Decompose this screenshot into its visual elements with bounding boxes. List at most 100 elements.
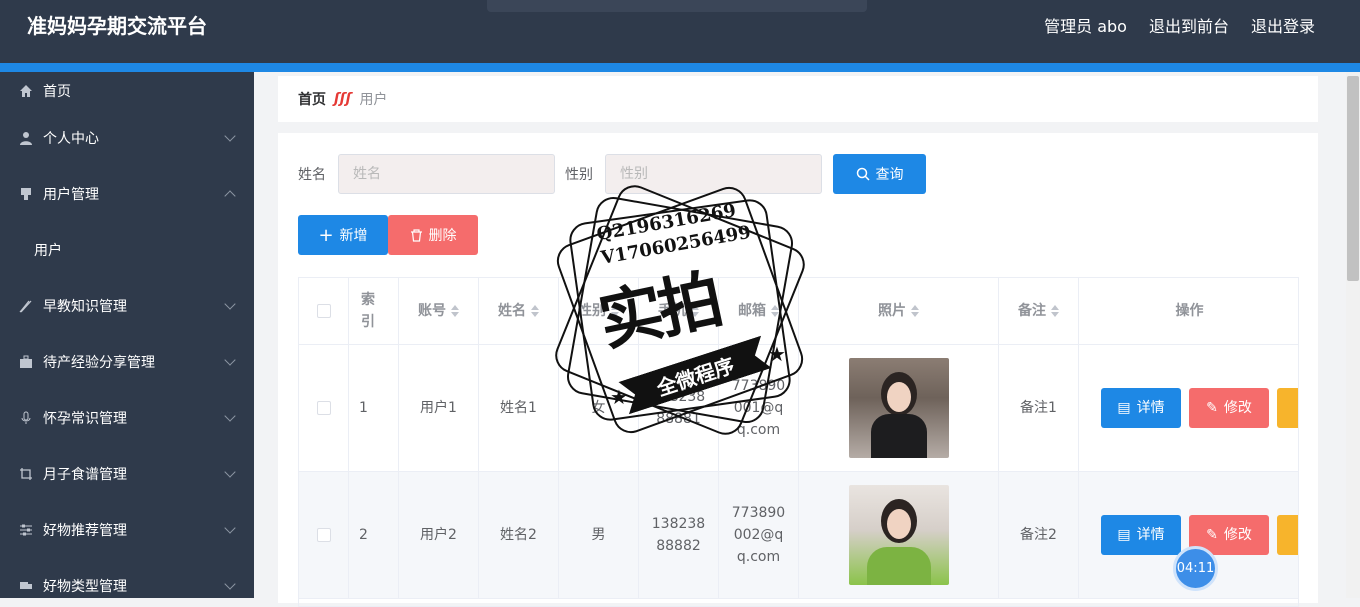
sort-icon[interactable] xyxy=(911,305,919,317)
header-email-label: 邮箱 xyxy=(738,303,766,319)
app-title: 准妈妈孕期交流平台 xyxy=(27,14,207,38)
row-checkbox[interactable] xyxy=(316,401,331,415)
main-content: 首页 ʃʃʃ 用户 姓名 姓名 性别 性别 查询 + 新增 删除 索引 账号 姓… xyxy=(254,72,1346,607)
chevron-down-icon xyxy=(224,466,236,478)
sidebar-item-users[interactable]: 用户 xyxy=(0,222,254,278)
sort-icon[interactable] xyxy=(611,305,619,317)
sort-icon[interactable] xyxy=(531,305,539,317)
sliders-icon xyxy=(18,522,34,538)
page-scrollbar-thumb[interactable] xyxy=(1347,76,1359,281)
row-delete-button[interactable] xyxy=(1277,515,1298,555)
chevron-down-icon xyxy=(224,522,236,534)
cell-note: 备注1 xyxy=(999,345,1079,471)
query-button[interactable]: 查询 xyxy=(833,154,926,194)
header-email[interactable]: 邮箱 xyxy=(719,278,799,344)
cell-sex: 男 xyxy=(559,472,639,598)
header-name-label: 姓名 xyxy=(498,303,526,319)
sidebar-item-profile[interactable]: 个人中心 xyxy=(0,110,254,166)
chevron-down-icon xyxy=(224,130,236,142)
cell-index: 1 xyxy=(349,345,399,471)
sidebar-item-experience-share[interactable]: 待产经验分享管理 xyxy=(0,334,254,390)
sidebar-item-label: 待产经验分享管理 xyxy=(43,355,155,371)
chevron-up-icon xyxy=(224,190,236,202)
query-button-label: 查询 xyxy=(875,167,904,183)
sidebar-item-early-education[interactable]: 早教知识管理 xyxy=(0,278,254,334)
header-sex-label: 性别 xyxy=(578,303,606,319)
user-photo[interactable] xyxy=(848,358,949,458)
header-sex[interactable]: 性别 xyxy=(559,278,639,344)
sidebar-item-label: 用户管理 xyxy=(43,187,99,203)
sidebar-item-user-management[interactable]: 用户管理 xyxy=(0,166,254,222)
edit-button[interactable]: ✎ 修改 xyxy=(1189,388,1269,428)
header-phone[interactable]: 手机 xyxy=(639,278,719,344)
header-photo[interactable]: 照片 xyxy=(799,278,999,344)
header-name[interactable]: 姓名 xyxy=(479,278,559,344)
user-table: 索引 账号 姓名 性别 手机 邮箱 照片 备注 操作 1 用户1 姓名1 女 1… xyxy=(298,277,1299,607)
top-search-area[interactable] xyxy=(487,0,867,12)
cell-ops: ▤ 详情 ✎ 修改 xyxy=(1079,345,1298,471)
cell-account: 用户2 xyxy=(399,472,479,598)
select-all-checkbox[interactable] xyxy=(316,304,331,318)
row-checkbox-cell xyxy=(299,472,349,598)
detail-button[interactable]: ▤ 详情 xyxy=(1101,388,1181,428)
sidebar-item-label: 用户 xyxy=(34,243,62,259)
floating-timer[interactable]: 04:11 xyxy=(1173,546,1218,591)
sidebar-item-label: 早教知识管理 xyxy=(43,299,127,315)
header-index: 索引 xyxy=(349,278,399,344)
header-note[interactable]: 备注 xyxy=(999,278,1079,344)
sidebar-item-label: 首页 xyxy=(43,84,71,100)
table-row: 2 用户2 姓名2 男 13823888882 773890002@qq.com… xyxy=(299,472,1298,599)
cell-photo xyxy=(799,472,999,598)
sidebar-item-pregnancy-knowledge[interactable]: 怀孕常识管理 xyxy=(0,390,254,446)
sidebar-item-label: 好物推荐管理 xyxy=(43,523,127,539)
row-delete-button[interactable] xyxy=(1277,388,1298,428)
sort-icon[interactable] xyxy=(691,305,699,317)
sidebar-item-product-type[interactable]: 好物类型管理 xyxy=(0,558,254,598)
sort-icon[interactable] xyxy=(771,305,779,317)
sidebar-item-product-recommend[interactable]: 好物推荐管理 xyxy=(0,502,254,558)
sex-filter-input[interactable]: 性别 xyxy=(605,154,822,194)
admin-label: 管理员 abo xyxy=(1044,17,1127,36)
header-phone-label: 手机 xyxy=(658,303,686,319)
delete-button[interactable]: 删除 xyxy=(388,215,478,255)
home-icon xyxy=(18,83,34,99)
sidebar-item-home[interactable]: 首页 xyxy=(0,72,254,110)
cell-email: 773890001@qq.com xyxy=(719,345,799,471)
add-button[interactable]: + 新增 xyxy=(298,215,388,255)
chevron-down-icon xyxy=(224,578,236,590)
header-accent-bar xyxy=(0,63,1360,72)
select-all-cell xyxy=(299,278,349,344)
header-account-label: 账号 xyxy=(418,303,446,319)
briefcase-icon xyxy=(18,354,34,370)
edit-icon: ✎ xyxy=(1206,400,1218,416)
cell-sex: 女 xyxy=(559,345,639,471)
name-filter-input[interactable]: 姓名 xyxy=(338,154,555,194)
row-checkbox[interactable] xyxy=(316,528,331,542)
sort-icon[interactable] xyxy=(1051,305,1059,317)
filter-bar: 姓名 姓名 性别 性别 查询 xyxy=(298,154,926,194)
edit-button-label: 修改 xyxy=(1223,527,1252,543)
user-photo[interactable] xyxy=(848,485,949,585)
exit-to-front-link[interactable]: 退出到前台 xyxy=(1149,13,1229,37)
edit-icon: ✎ xyxy=(1206,527,1218,543)
pen-icon xyxy=(18,298,34,314)
document-icon: ▤ xyxy=(1117,400,1131,416)
cell-photo xyxy=(799,345,999,471)
cell-name: 姓名1 xyxy=(479,345,559,471)
plus-icon: + xyxy=(318,224,334,246)
breadcrumb-home[interactable]: 首页 xyxy=(298,89,326,109)
sidebar-item-confinement-recipes[interactable]: 月子食谱管理 xyxy=(0,446,254,502)
cell-account: 用户1 xyxy=(399,345,479,471)
detail-button[interactable]: ▤ 详情 xyxy=(1101,515,1181,555)
breadcrumb-separator-icon: ʃʃʃ xyxy=(334,91,352,107)
header-photo-label: 照片 xyxy=(878,303,906,319)
detail-button-label: 详情 xyxy=(1136,400,1165,416)
logout-link[interactable]: 退出登录 xyxy=(1251,13,1315,37)
cell-phone: 13823888882 xyxy=(639,472,719,598)
cell-phone-text: 13823888881 xyxy=(651,389,706,427)
sort-icon[interactable] xyxy=(451,305,459,317)
add-button-label: 新增 xyxy=(339,228,368,244)
header-account[interactable]: 账号 xyxy=(399,278,479,344)
mic-icon xyxy=(18,410,34,426)
cell-phone: 13823888881 xyxy=(639,345,719,471)
